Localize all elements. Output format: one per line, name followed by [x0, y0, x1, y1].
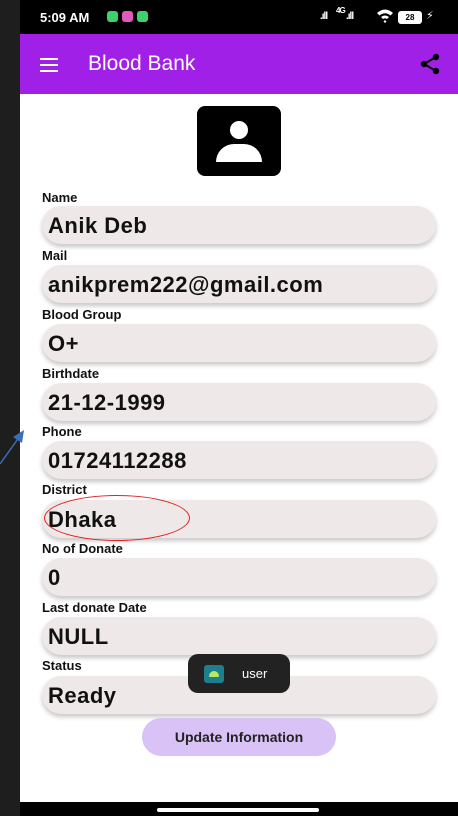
donate-count-field[interactable]: 0 [42, 558, 436, 596]
phone-label: Phone [42, 424, 82, 439]
birthdate-field[interactable]: 21-12-1999 [42, 383, 436, 421]
blood-group-value: O+ [48, 331, 79, 356]
notification-icon [122, 11, 133, 22]
last-donate-field[interactable]: NULL [42, 617, 436, 655]
signal-icon: .ıll [320, 11, 328, 22]
person-icon [197, 106, 281, 176]
donate-count-label: No of Donate [42, 541, 123, 556]
wifi-icon [376, 8, 394, 27]
district-field[interactable]: Dhaka [42, 500, 436, 538]
app-title: Blood Bank [88, 52, 196, 75]
mail-value: anikprem222@gmail.com [48, 272, 324, 297]
phone-field[interactable]: 01724112288 [42, 441, 436, 479]
status-label: Status [42, 658, 82, 673]
last-donate-value: NULL [48, 624, 109, 649]
blood-group-field[interactable]: O+ [42, 324, 436, 362]
last-donate-label: Last donate Date [42, 600, 147, 615]
district-value: Dhaka [48, 507, 117, 532]
phone-value: 01724112288 [48, 448, 187, 473]
birthdate-label: Birthdate [42, 366, 100, 381]
name-field[interactable]: Anik Deb [42, 206, 436, 244]
status-value: Ready [48, 683, 117, 708]
district-label: District [42, 482, 87, 497]
notification-icon [107, 11, 118, 22]
mail-field[interactable]: anikprem222@gmail.com [42, 265, 436, 303]
home-gesture-handle[interactable] [157, 808, 319, 812]
hamburger-menu-icon[interactable] [40, 58, 58, 72]
battery-icon: 28 [398, 11, 422, 24]
donate-count-value: 0 [48, 565, 61, 590]
update-information-button[interactable]: Update Information [142, 718, 336, 756]
annotation-arrow [0, 430, 24, 465]
blood-group-label: Blood Group [42, 307, 122, 322]
name-value: Anik Deb [48, 213, 148, 238]
app-bar: Blood Bank [20, 34, 458, 94]
mail-label: Mail [42, 248, 68, 263]
status-bar: 5:09 AM .ıll 4G .ıll 28 ⚡ [20, 0, 458, 34]
phone-screen: 5:09 AM .ıll 4G .ıll 28 ⚡ Blood Bank Nam… [20, 0, 458, 816]
name-label: Name [42, 190, 78, 205]
charging-icon: ⚡ [426, 10, 434, 22]
network-type: 4G [336, 6, 346, 15]
android-app-icon [204, 665, 224, 683]
toast-message: user [188, 654, 290, 693]
navigation-bar [20, 802, 458, 816]
signal-icon: .ıll [346, 11, 354, 22]
birthdate-value: 21-12-1999 [48, 390, 166, 415]
notification-icon [137, 11, 148, 22]
share-icon[interactable] [418, 52, 442, 76]
toast-text: user [242, 666, 268, 681]
status-time: 5:09 AM [40, 10, 90, 25]
